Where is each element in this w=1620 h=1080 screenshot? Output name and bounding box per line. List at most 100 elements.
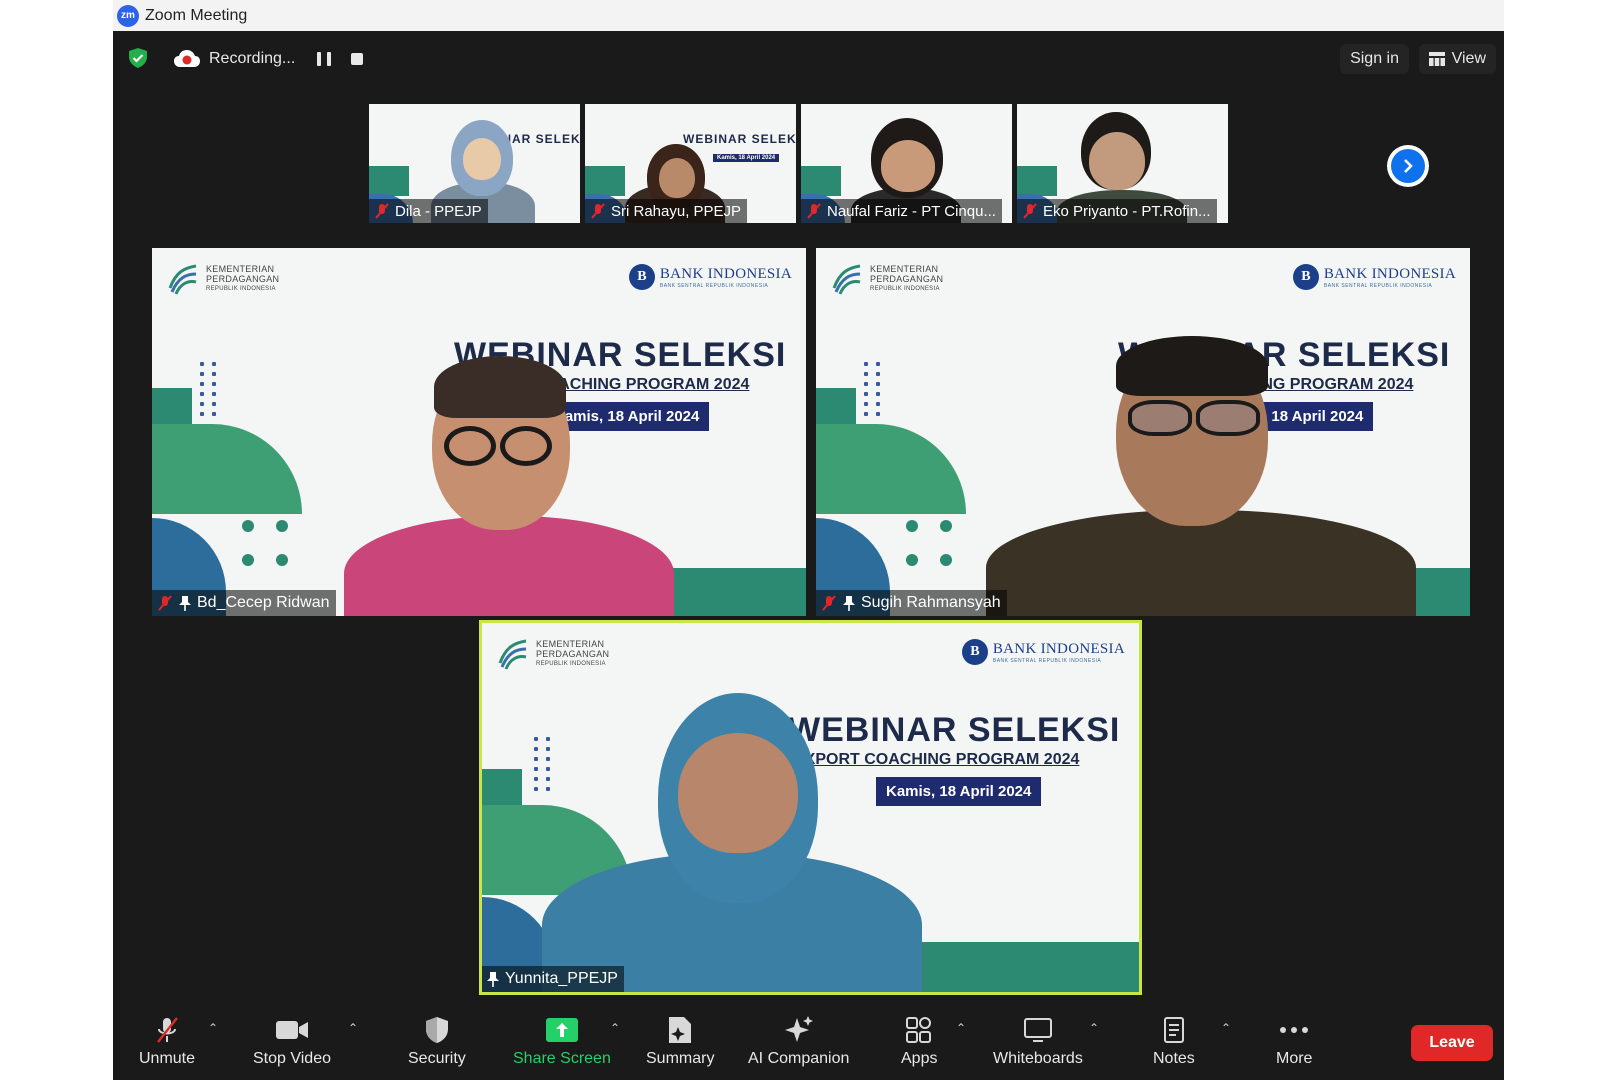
summary-label: Summary xyxy=(646,1050,715,1067)
pin-icon xyxy=(179,596,191,611)
notes-options-chevron-up-icon[interactable]: ⌃ xyxy=(1221,1021,1231,1035)
participant-name: Sri Rahayu, PPEJP xyxy=(611,202,742,220)
pin-icon xyxy=(843,596,855,611)
slide-decoration xyxy=(816,388,856,428)
slide-decoration xyxy=(200,362,216,416)
apps-label: Apps xyxy=(901,1050,938,1067)
video-options-chevron-up-icon[interactable]: ⌃ xyxy=(348,1021,358,1035)
bank-logo-icon: B xyxy=(1292,264,1319,290)
ai-companion-label: AI Companion xyxy=(748,1050,850,1067)
ministry-line-1: KEMENTERIAN xyxy=(206,264,275,274)
sign-in-button[interactable]: Sign in xyxy=(1340,44,1409,74)
notes-button[interactable]: Notes xyxy=(1153,1015,1195,1068)
slide-decoration xyxy=(242,520,254,532)
muted-mic-icon xyxy=(375,203,389,219)
active-speaker-highlight xyxy=(479,620,1142,995)
notes-label: Notes xyxy=(1153,1050,1195,1067)
zoom-window: zm Zoom Meeting Recording... Sign in Vie… xyxy=(113,0,1504,1080)
bank-logo: B BANK INDONESIA BANK SENTRAL REPUBLIK I… xyxy=(1292,264,1456,290)
bank-logo-icon: B xyxy=(628,264,655,290)
muted-mic-icon xyxy=(591,203,605,219)
chevron-right-icon xyxy=(1404,159,1413,173)
recording-label: Recording... xyxy=(209,50,296,67)
encryption-shield-icon[interactable] xyxy=(127,47,149,69)
participant-name: Bd_Cecep Ridwan xyxy=(197,594,330,611)
participant-thumbnail[interactable]: WEBINAR SELEKSI Kamis, 18 April 2024 Sri… xyxy=(585,104,796,223)
participant-video-tile[interactable]: KEMENTERIAN PERDAGANGAN REPUBLIK INDONES… xyxy=(152,248,806,616)
security-shield-icon xyxy=(425,1017,448,1043)
ministry-line-3: REPUBLIK INDONESIA xyxy=(206,286,276,292)
whiteboards-options-chevron-up-icon[interactable]: ⌃ xyxy=(1089,1021,1099,1035)
slide-decoration xyxy=(801,166,841,196)
security-button[interactable]: Security xyxy=(408,1015,466,1068)
pause-recording-icon[interactable] xyxy=(317,52,332,66)
ministry-line-2: PERDAGANGAN xyxy=(206,274,280,284)
participant-thumbnail[interactable]: Naufal Fariz - PT Cinqu... xyxy=(801,104,1012,223)
grid-view-icon xyxy=(1428,52,1445,66)
meeting-toolbar: Unmute ⌃ Stop Video ⌃ Security Share Scr… xyxy=(113,1005,1504,1080)
ministry-line-1: KEMENTERIAN xyxy=(870,264,939,274)
share-screen-icon xyxy=(545,1018,578,1042)
summary-document-icon xyxy=(669,1017,692,1043)
more-label: More xyxy=(1276,1050,1313,1067)
slide-decoration xyxy=(585,166,625,196)
audio-options-chevron-up-icon[interactable]: ⌃ xyxy=(208,1021,218,1035)
share-options-chevron-up-icon[interactable]: ⌃ xyxy=(610,1021,620,1035)
share-screen-label: Share Screen xyxy=(513,1050,611,1067)
ministry-logo-icon xyxy=(168,264,197,295)
bank-logo: B BANK INDONESIA BANK SENTRAL REPUBLIK I… xyxy=(628,264,792,290)
muted-mic-icon xyxy=(822,595,836,611)
ai-companion-button[interactable]: AI Companion xyxy=(748,1015,849,1068)
slide-title: WEBINAR SELEKSI xyxy=(683,132,796,146)
whiteboards-button[interactable]: Whiteboards xyxy=(993,1015,1083,1068)
participant-thumbnail[interactable]: WEBINAR SELEKSI Dila - PPEJP xyxy=(369,104,580,223)
muted-mic-icon xyxy=(807,203,821,219)
unmute-label: Unmute xyxy=(139,1050,196,1067)
slide-decoration xyxy=(816,424,966,514)
next-page-button[interactable] xyxy=(1387,145,1429,187)
slide-date: Kamis, 18 April 2024 xyxy=(544,402,710,431)
view-button[interactable]: View xyxy=(1418,44,1496,74)
whiteboard-icon xyxy=(1023,1018,1052,1042)
bank-subtitle: BANK SENTRAL REPUBLIK INDONESIA xyxy=(659,282,769,289)
zoom-logo-icon: zm xyxy=(117,4,139,27)
stop-recording-icon[interactable] xyxy=(351,53,364,65)
participant-name-label: Eko Priyanto - PT.Rofin... xyxy=(1017,199,1217,223)
participant-name-label: Dila - PPEJP xyxy=(369,199,488,223)
whiteboards-label: Whiteboards xyxy=(993,1050,1083,1067)
muted-mic-icon xyxy=(157,1017,178,1043)
share-screen-button[interactable]: Share Screen xyxy=(513,1015,611,1068)
stop-video-label: Stop Video xyxy=(253,1050,331,1067)
muted-mic-icon xyxy=(1023,203,1037,219)
unmute-button[interactable]: Unmute xyxy=(139,1015,195,1068)
participant-video-tile[interactable]: KEMENTERIAN PERDAGANGAN REPUBLIK INDONES… xyxy=(816,248,1470,616)
meeting-top-bar: Recording... Sign in View xyxy=(113,40,1504,76)
leave-button[interactable]: Leave xyxy=(1411,1025,1493,1061)
bank-name: BANK INDONESIA xyxy=(659,265,792,282)
notes-icon xyxy=(1163,1017,1184,1043)
participant-name: Eko Priyanto - PT.Rofin... xyxy=(1043,202,1211,220)
security-label: Security xyxy=(408,1050,466,1067)
participant-name-label: Sri Rahayu, PPEJP xyxy=(585,199,748,223)
stop-video-button[interactable]: Stop Video xyxy=(253,1015,331,1068)
apps-options-chevron-up-icon[interactable]: ⌃ xyxy=(956,1021,966,1035)
cloud-recording-icon xyxy=(174,50,200,67)
bank-name: BANK INDONESIA xyxy=(1323,265,1456,282)
slide-decoration xyxy=(906,520,918,532)
ministry-logo: KEMENTERIAN PERDAGANGAN REPUBLIK INDONES… xyxy=(830,262,943,296)
participant-thumbnail[interactable]: Eko Priyanto - PT.Rofin... xyxy=(1017,104,1228,223)
participant-name-label: Naufal Fariz - PT Cinqu... xyxy=(801,199,1002,223)
ministry-logo: KEMENTERIAN PERDAGANGAN REPUBLIK INDONES… xyxy=(166,262,279,296)
summary-button[interactable]: Summary xyxy=(646,1015,714,1068)
participant-name-label: Bd_Cecep Ridwan xyxy=(152,590,336,616)
apps-button[interactable]: Apps xyxy=(901,1015,937,1068)
video-camera-icon xyxy=(276,1021,308,1039)
window-title: Zoom Meeting xyxy=(145,6,248,24)
recording-indicator: Recording... xyxy=(163,42,493,76)
slide-decoration xyxy=(1017,166,1057,196)
participant-name: Dila - PPEJP xyxy=(395,202,482,220)
bank-subtitle: BANK SENTRAL REPUBLIK INDONESIA xyxy=(1323,282,1433,289)
more-button[interactable]: More xyxy=(1276,1015,1312,1068)
participant-name-label: Sugih Rahmansyah xyxy=(816,590,1007,616)
slide-decoration xyxy=(152,388,192,428)
